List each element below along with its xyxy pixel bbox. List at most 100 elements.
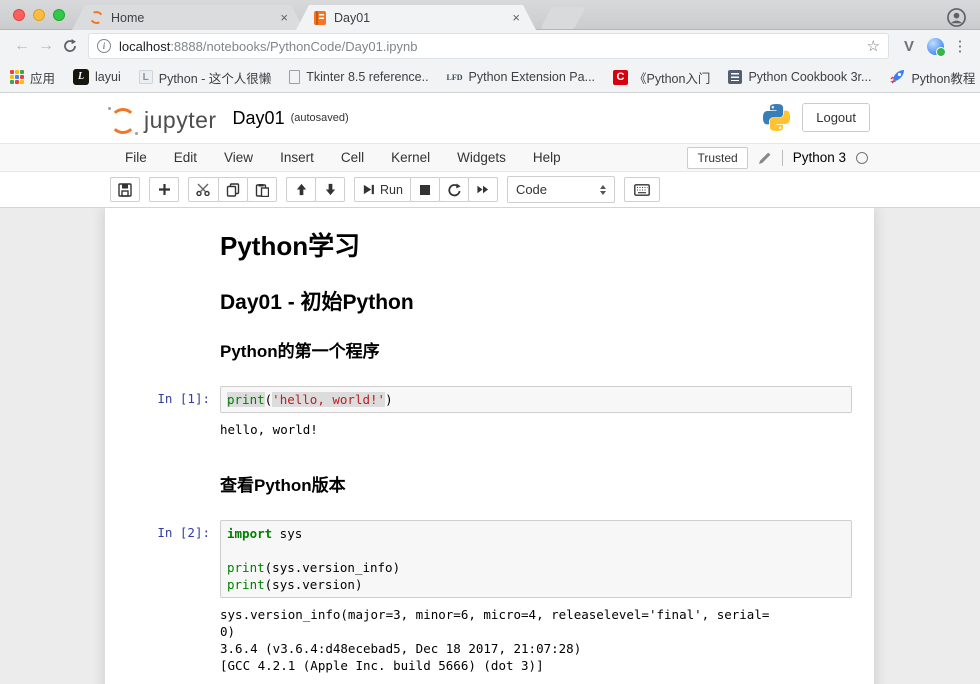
menu-help[interactable]: Help: [533, 150, 561, 165]
output-prompt: [105, 421, 220, 438]
interrupt-kernel-button[interactable]: [410, 177, 440, 202]
scissors-icon: [196, 183, 211, 196]
code-input[interactable]: import sys print(sys.version_info)print(…: [220, 520, 852, 598]
browser-tab-day01[interactable]: Day01 ×: [296, 5, 536, 30]
close-window-button[interactable]: [13, 9, 25, 21]
trusted-button[interactable]: Trusted: [687, 147, 747, 169]
code-token: import: [227, 526, 272, 541]
cell-type-value: Code: [516, 182, 547, 197]
chrome-menu-icon[interactable]: ⋮: [950, 37, 970, 55]
paste-cell-button[interactable]: [247, 177, 277, 202]
address-bar[interactable]: i localhost:8888/notebooks/PythonCode/Da…: [88, 33, 889, 59]
window-controls: [13, 9, 65, 21]
menu-file[interactable]: File: [125, 150, 147, 165]
tab-close-icon[interactable]: ×: [278, 10, 290, 25]
input-prompt: In [1]:: [105, 386, 220, 413]
fast-forward-icon: [476, 183, 490, 196]
menu-edit[interactable]: Edit: [174, 150, 197, 165]
extension-v-icon[interactable]: V: [897, 38, 921, 55]
cell-type-dropdown[interactable]: Code: [507, 176, 615, 203]
browser-tab-home[interactable]: Home ×: [72, 5, 304, 30]
menu-widgets[interactable]: Widgets: [457, 150, 506, 165]
red-c-icon: C: [613, 70, 628, 85]
menu-insert[interactable]: Insert: [280, 150, 314, 165]
reload-icon[interactable]: [58, 38, 82, 54]
code-token: (sys.version): [265, 577, 363, 592]
lfd-icon: LFD: [447, 73, 463, 82]
cut-cell-button[interactable]: [188, 177, 219, 202]
bookmark-label: layui: [95, 70, 121, 84]
restart-run-all-button[interactable]: [468, 177, 498, 202]
window-titlebar: Home × Day01 ×: [0, 0, 980, 30]
floppy-icon: [118, 183, 132, 197]
bookmark-label: Python Extension Pa...: [469, 70, 595, 84]
add-cell-button[interactable]: [149, 177, 179, 202]
bookmark-layui[interactable]: L layui: [73, 69, 121, 85]
code-token: ): [385, 392, 393, 407]
code-cell-1[interactable]: In [1]: print('hello, world!'): [105, 386, 874, 413]
output-text: hello, world!: [220, 421, 318, 438]
bookmarks-bar: 应用 L layui L Python - 这个人很懒 Tkinter 8.5 …: [0, 62, 980, 93]
bookmark-extension-packages[interactable]: LFD Python Extension Pa...: [447, 70, 595, 84]
copy-cell-button[interactable]: [218, 177, 248, 202]
logout-button[interactable]: Logout: [802, 103, 870, 132]
python-logo-icon: [763, 104, 790, 131]
back-icon[interactable]: ←: [10, 37, 34, 55]
tab-close-icon[interactable]: ×: [510, 10, 522, 25]
forward-icon[interactable]: →: [34, 37, 58, 55]
menu-kernel[interactable]: Kernel: [391, 150, 430, 165]
code-token: sys: [272, 526, 302, 541]
move-cell-down-button[interactable]: [315, 177, 345, 202]
output-text: sys.version_info(major=3, minor=6, micro…: [220, 606, 769, 674]
restart-kernel-button[interactable]: [439, 177, 469, 202]
rocket-icon: [889, 69, 905, 85]
bookmark-python-blog[interactable]: L Python - 这个人很懒: [139, 68, 272, 87]
menu-cell[interactable]: Cell: [341, 150, 364, 165]
bookmark-tkinter[interactable]: Tkinter 8.5 reference..: [289, 70, 428, 84]
page-icon: [289, 70, 300, 84]
bookmark-python-intro[interactable]: C 《Python入门: [613, 68, 710, 87]
code-token: print: [227, 577, 265, 592]
kernel-status-icon: [856, 152, 868, 164]
bookmark-label: Python教程: [911, 68, 975, 87]
plus-icon: [158, 183, 171, 196]
output-area-2: sys.version_info(major=3, minor=6, micro…: [105, 606, 874, 674]
paste-icon: [255, 183, 269, 197]
bookmark-python-tutorial[interactable]: Python教程: [889, 68, 975, 87]
menu-view[interactable]: View: [224, 150, 253, 165]
bookmark-cookbook[interactable]: Python Cookbook 3r...: [728, 70, 871, 84]
layui-icon: L: [73, 69, 89, 85]
markdown-heading-3: Python的第一个程序: [220, 337, 844, 362]
bookmark-label: 《Python入门: [634, 68, 710, 87]
run-cell-button[interactable]: Run: [354, 177, 411, 202]
minimize-window-button[interactable]: [33, 9, 45, 21]
notebook-scroll-area[interactable]: Python学习 Day01 - 初始Python Python的第一个程序 I…: [0, 208, 980, 684]
markdown-heading-2: Day01 - 初始Python: [220, 286, 844, 316]
code-input[interactable]: print('hello, world!'): [220, 386, 852, 413]
page-info-icon[interactable]: i: [97, 39, 111, 53]
jupyter-planet-icon: [110, 108, 136, 134]
zoom-window-button[interactable]: [53, 9, 65, 21]
book-grid-icon: [728, 70, 742, 84]
run-icon: [362, 183, 375, 196]
move-cell-up-button[interactable]: [286, 177, 316, 202]
apps-grid-icon: [10, 70, 24, 84]
restart-icon: [447, 183, 461, 197]
bookmark-label: Python - 这个人很懒: [159, 68, 272, 87]
new-tab-button[interactable]: [540, 7, 586, 29]
jupyter-logo[interactable]: jupyter: [110, 102, 217, 134]
bookmark-label: 应用: [30, 68, 55, 87]
jupyter-spinner-icon: [89, 10, 105, 26]
notebook-title[interactable]: Day01: [233, 108, 285, 129]
command-palette-button[interactable]: [624, 177, 660, 202]
bookmark-label: Python Cookbook 3r...: [748, 70, 871, 84]
code-cell-2[interactable]: In [2]: import sys print(sys.version_inf…: [105, 520, 874, 598]
output-prompt: [105, 606, 220, 674]
bookmark-apps[interactable]: 应用: [10, 68, 55, 87]
url-path: :8888/notebooks/PythonCode/Day01.ipynb: [170, 39, 417, 54]
profile-avatar-icon[interactable]: [947, 8, 966, 27]
save-button[interactable]: [110, 177, 140, 202]
tab-title: Home: [111, 11, 278, 25]
globe-extension-icon[interactable]: [927, 38, 944, 55]
bookmark-star-icon[interactable]: ☆: [867, 37, 880, 55]
